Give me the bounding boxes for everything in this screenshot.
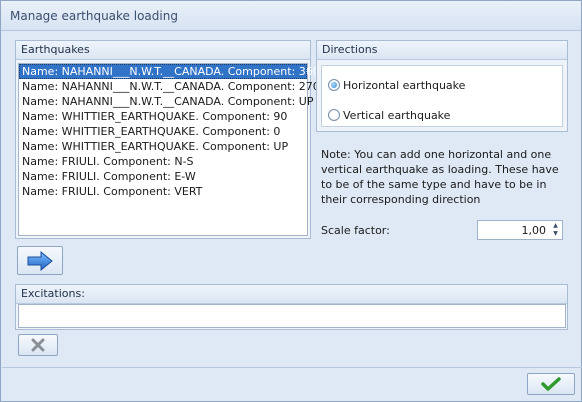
scale-factor-label: Scale factor: bbox=[321, 224, 390, 237]
list-item[interactable]: Name: NAHANNI___N.W.T.__CANADA. Componen… bbox=[19, 79, 320, 94]
directions-radio-group: Horizontal earthquake Vertical earthquak… bbox=[321, 65, 563, 127]
list-item[interactable]: Name: NAHANNI___N.W.T.__CANADA. Componen… bbox=[19, 64, 320, 79]
ok-button[interactable] bbox=[527, 373, 575, 395]
list-item[interactable]: Name: WHITTIER_EARTHQUAKE. Component: UP bbox=[19, 139, 307, 154]
list-item[interactable]: Name: FRIULI. Component: VERT bbox=[19, 184, 307, 199]
radio-vertical-label: Vertical earthquake bbox=[343, 108, 451, 122]
close-x-icon bbox=[31, 338, 45, 352]
excitations-list[interactable] bbox=[18, 304, 566, 328]
list-item[interactable]: Name: WHITTIER_EARTHQUAKE. Component: 90 bbox=[19, 109, 307, 124]
arrow-right-icon bbox=[27, 250, 53, 271]
checkmark-icon bbox=[541, 377, 561, 391]
spinner-down-icon[interactable]: ▼ bbox=[550, 230, 561, 238]
list-item[interactable]: Name: FRIULI. Component: N-S bbox=[19, 154, 307, 169]
add-earthquake-button[interactable] bbox=[17, 246, 63, 275]
remove-excitation-button[interactable] bbox=[18, 334, 58, 356]
note-text: Note: You can add one horizontal and one… bbox=[321, 148, 559, 206]
footer-divider bbox=[2, 367, 582, 368]
earthquakes-header: Earthquakes bbox=[16, 41, 310, 60]
list-item[interactable]: Name: NAHANNI___N.W.T.__CANADA. Componen… bbox=[19, 94, 313, 109]
radio-vertical-button[interactable] bbox=[328, 109, 340, 121]
directions-group: Directions Horizontal earthquake Vertica… bbox=[316, 40, 568, 132]
radio-horizontal-button[interactable] bbox=[328, 79, 340, 91]
directions-header: Directions bbox=[317, 41, 567, 60]
window-title: Manage earthquake loading bbox=[10, 9, 178, 23]
radio-horizontal-label: Horizontal earthquake bbox=[343, 78, 466, 92]
radio-vertical[interactable]: Vertical earthquake bbox=[328, 107, 450, 123]
excitations-header: Excitations: bbox=[16, 285, 567, 304]
earthquakes-list[interactable]: Name: NAHANNI___N.W.T.__CANADA. Componen… bbox=[18, 63, 320, 236]
radio-horizontal[interactable]: Horizontal earthquake bbox=[328, 77, 465, 93]
list-item[interactable]: Name: FRIULI. Component: E-W bbox=[19, 169, 307, 184]
scale-factor-value[interactable]: 1,00 bbox=[522, 224, 547, 237]
spinner-up-icon[interactable]: ▲ bbox=[550, 222, 561, 230]
spinner-buttons: ▲ ▼ bbox=[550, 222, 561, 238]
excitations-group: Excitations: bbox=[15, 284, 568, 330]
dialog-window: Manage earthquake loading Earthquakes Na… bbox=[0, 0, 582, 402]
scale-factor-spinner[interactable]: 1,00 ▲ ▼ bbox=[477, 220, 563, 240]
earthquakes-group: Earthquakes Name: NAHANNI___N.W.T.__CANA… bbox=[15, 40, 320, 239]
title-bar: Manage earthquake loading bbox=[1, 1, 581, 31]
list-item[interactable]: Name: WHITTIER_EARTHQUAKE. Component: 0 bbox=[19, 124, 307, 139]
